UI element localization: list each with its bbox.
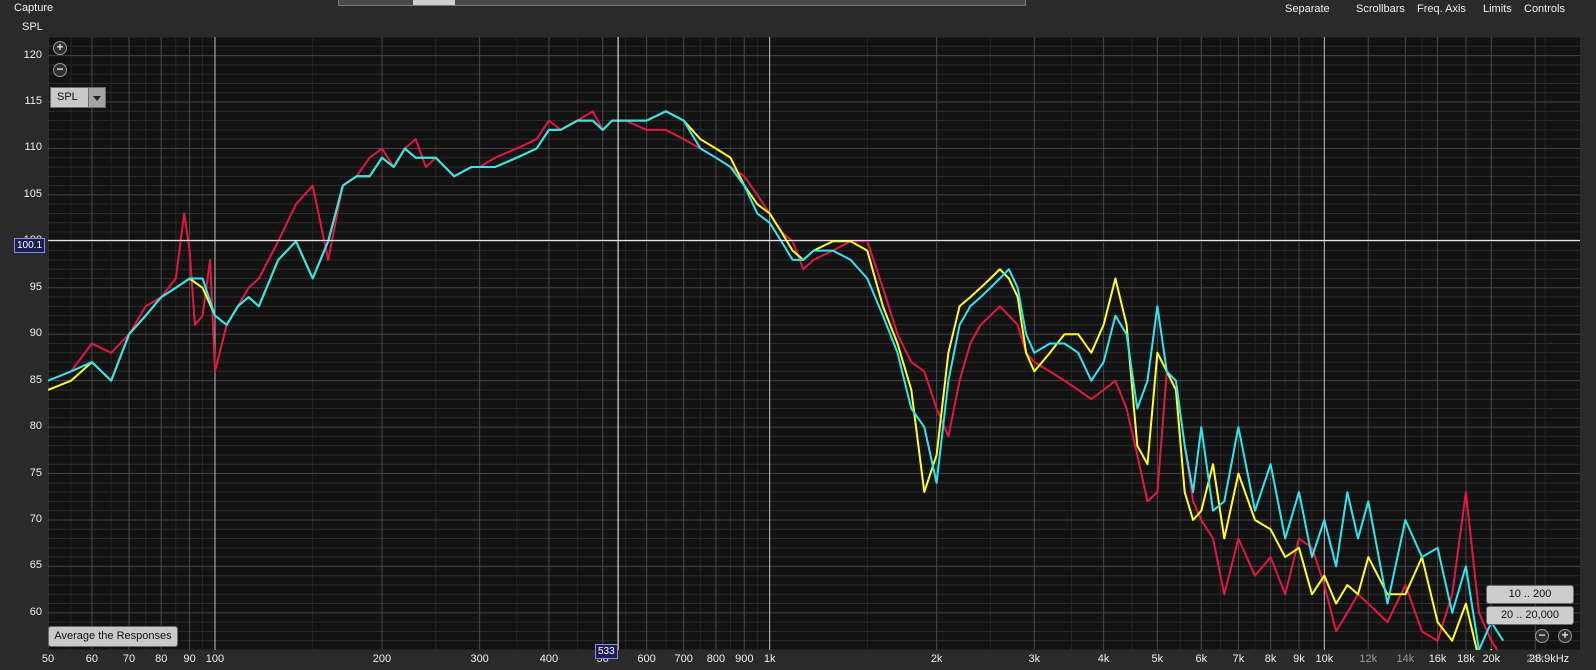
tab-active[interactable]	[413, 0, 455, 5]
y-tick-label: 70	[29, 512, 42, 525]
menu-limits[interactable]: Limits	[1483, 3, 1512, 15]
zoom-out-icon[interactable]: −	[53, 63, 67, 77]
y-tick-label: 90	[29, 327, 42, 340]
y-tick-label: 95	[29, 280, 42, 293]
x-tick-label: 400	[539, 653, 559, 665]
capture-label: Capture	[14, 2, 54, 14]
y-tick-label: 120	[23, 48, 42, 61]
menu-separate[interactable]: Separate	[1285, 3, 1330, 15]
zoom-in-icon[interactable]: +	[53, 41, 67, 55]
x-tick-label: 800	[706, 653, 726, 665]
x-tick-label: 7k	[1232, 653, 1245, 665]
y-tick-label: 75	[29, 466, 42, 479]
spl-select[interactable]: SPL	[50, 87, 106, 108]
range-10-200-button[interactable]: 10 .. 200	[1486, 585, 1574, 604]
menu-freq-axis[interactable]: Freq. Axis	[1417, 3, 1466, 15]
x-tick-label: 60	[85, 653, 99, 665]
chevron-down-icon[interactable]	[88, 88, 105, 107]
x-tick-label: 100	[205, 653, 225, 665]
x-tick-label: 6k	[1195, 653, 1208, 665]
x-tick-label: 600	[637, 653, 656, 665]
y-axis-title: SPL	[22, 21, 43, 33]
x-tick-label: 3k	[1028, 653, 1041, 665]
y-tick-label: 65	[29, 559, 42, 572]
x-tick-label: 20k	[1482, 653, 1501, 665]
x-tick-label: 5k	[1151, 653, 1164, 665]
range-20-20000-button[interactable]: 20 .. 20,000	[1486, 606, 1574, 625]
y-tick-label: 115	[24, 95, 42, 107]
menu-controls[interactable]: Controls	[1524, 3, 1565, 15]
x-tick-label: 12k	[1359, 653, 1378, 665]
x-axis-end-label: 28.9kHz	[1528, 653, 1570, 665]
x-tick-label: 1k	[763, 653, 776, 665]
menu-scrollbars[interactable]: Scrollbars	[1356, 3, 1405, 15]
average-responses-button[interactable]: Average the Responses	[48, 626, 178, 647]
y-tick-label: 105	[23, 187, 42, 200]
plot-area[interactable]	[48, 37, 1580, 650]
frequency-response-chart[interactable]	[48, 37, 1580, 650]
tab-strip[interactable]	[338, 0, 1026, 6]
x-tick-label: 16k	[1428, 653, 1447, 665]
x-tick-label: 300	[470, 653, 489, 665]
zoom-in-icon[interactable]: +	[1558, 629, 1572, 643]
y-tick-label: 80	[29, 420, 42, 433]
x-tick-label: 80	[155, 653, 168, 665]
y-tick-label: 60	[29, 605, 42, 618]
x-tick-label: 200	[372, 653, 392, 665]
y-tick-label: 85	[29, 373, 42, 386]
cursor-spl-readout: 100.1	[14, 238, 46, 253]
x-tick-label: 9k	[1293, 653, 1305, 665]
x-tick-label: 4k	[1097, 653, 1110, 665]
x-tick-label: 50	[41, 653, 55, 665]
x-tick-label: 8k	[1264, 653, 1277, 665]
x-tick-label: 900	[735, 653, 754, 665]
y-tick-label: 110	[24, 141, 42, 154]
x-tick-label: 90	[183, 653, 196, 665]
cursor-freq-readout: 533	[595, 644, 618, 659]
x-tick-label: 10k	[1315, 653, 1334, 665]
x-tick-label: 14k	[1396, 653, 1415, 665]
zoom-out-icon[interactable]: −	[1535, 629, 1549, 643]
x-tick-label: 700	[674, 653, 693, 665]
x-tick-label: 18k	[1457, 653, 1475, 665]
spl-select-value: SPL	[57, 91, 78, 103]
x-tick-label: 2k	[930, 653, 943, 665]
x-tick-label: 70	[122, 653, 136, 665]
